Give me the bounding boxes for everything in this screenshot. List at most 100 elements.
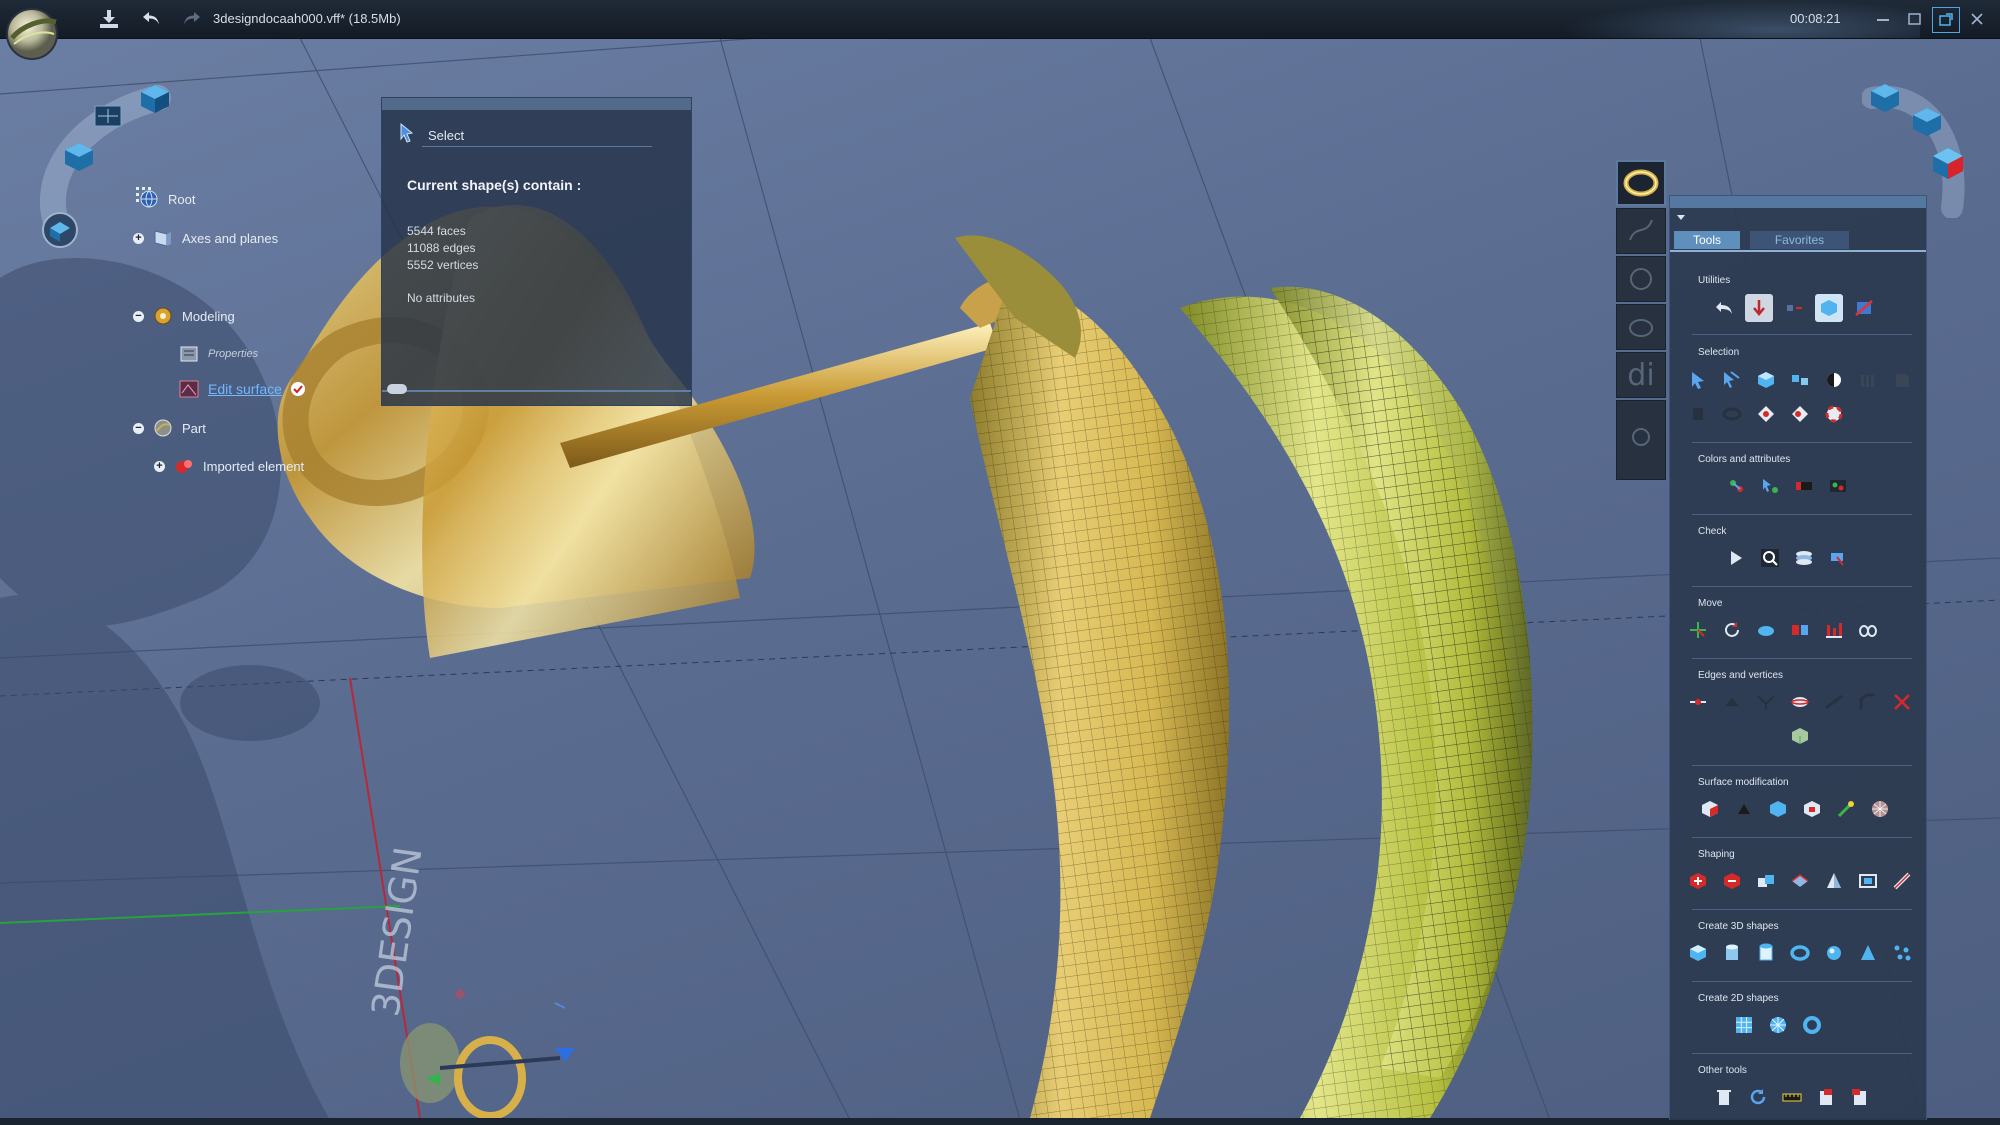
tool-select-dark-icon[interactable] [1684, 400, 1712, 428]
tool-select-pair-icon[interactable] [1786, 400, 1814, 428]
tool-select-solid-icon[interactable] [1752, 366, 1780, 394]
tool-display-icon[interactable] [1815, 294, 1843, 322]
minimize-icon[interactable] [1870, 7, 1896, 31]
banana-model[interactable] [955, 235, 1533, 1119]
tool-select-ring-icon[interactable] [1718, 400, 1746, 428]
tool-zoom-check-icon[interactable] [1756, 544, 1784, 572]
tool-undo-icon[interactable] [1710, 294, 1738, 322]
tool-trash-icon[interactable] [1710, 1083, 1738, 1111]
tool-smooth-icon[interactable] [1730, 795, 1758, 823]
view-perspective-icon[interactable] [40, 210, 80, 255]
tool-select-lifebuoy-icon[interactable] [1820, 400, 1848, 428]
tool-tube-icon[interactable] [1752, 939, 1780, 967]
tool-grid-2d-icon[interactable] [1730, 1011, 1758, 1039]
opacity-slider-track[interactable] [382, 390, 691, 392]
tool-shape-shell-icon[interactable] [1786, 867, 1814, 895]
tool-material-icon[interactable] [1790, 472, 1818, 500]
tool-select-bars-icon[interactable] [1854, 366, 1882, 394]
close-icon[interactable] [1964, 7, 1990, 31]
tool-ring-2d-icon[interactable] [1798, 1011, 1826, 1039]
tab-tools[interactable]: Tools [1674, 231, 1740, 249]
collapse-toggle[interactable]: − [133, 310, 144, 322]
tool-shape-blade-icon[interactable] [1888, 867, 1916, 895]
view-top-icon[interactable] [138, 83, 172, 120]
render-tool-button[interactable] [1616, 400, 1666, 480]
tool-select-arrow-icon[interactable] [1684, 366, 1712, 394]
di-tool-button[interactable]: di [1616, 352, 1666, 398]
tree-item-axes[interactable]: + Axes and planes [133, 227, 278, 249]
tool-loop-icon[interactable] [1786, 688, 1814, 716]
tool-shape-subtract-icon[interactable] [1718, 867, 1746, 895]
tool-deform-icon[interactable] [1832, 795, 1860, 823]
tool-mesh-sphere-icon[interactable] [1866, 795, 1894, 823]
tool-snap-icon[interactable] [1780, 294, 1808, 322]
collapse-toggle[interactable]: − [133, 422, 144, 434]
tool-scale-icon[interactable] [1752, 616, 1780, 644]
tool-measure-icon[interactable] [1824, 544, 1852, 572]
tool-delete-edge-icon[interactable] [1888, 688, 1916, 716]
tree-item-root[interactable]: Root [138, 188, 195, 210]
tool-push-pull-icon[interactable] [1798, 795, 1826, 823]
tool-torus-icon[interactable] [1786, 939, 1814, 967]
tool-ruler-icon[interactable] [1778, 1083, 1806, 1111]
tool-attributes-icon[interactable] [1824, 472, 1852, 500]
tool-edge-split-icon[interactable] [1684, 688, 1712, 716]
tool-select-shape-icon[interactable] [1888, 366, 1916, 394]
tool-select-invert-icon[interactable] [1820, 366, 1848, 394]
tool-refresh-icon[interactable] [1744, 1083, 1772, 1111]
right-cube-mid-icon[interactable] [1910, 106, 1944, 143]
tool-array-icon[interactable] [1854, 616, 1882, 644]
tool-vertex-cube-icon[interactable] [1786, 722, 1814, 750]
app-logo[interactable] [4, 4, 62, 62]
tool-select-group-icon[interactable] [1786, 366, 1814, 394]
tool-shape-add-icon[interactable] [1684, 867, 1712, 895]
undo-icon[interactable] [137, 5, 167, 33]
restore-icon[interactable] [1902, 7, 1928, 31]
tool-import-icon[interactable] [1846, 1083, 1874, 1111]
tool-scatter-icon[interactable] [1888, 939, 1916, 967]
tool-rotate-icon[interactable] [1718, 616, 1746, 644]
tree-item-modeling[interactable]: − Modeling [133, 305, 235, 327]
opacity-slider-handle[interactable] [387, 384, 407, 394]
tool-shape-pyramid-icon[interactable] [1820, 867, 1848, 895]
tool-layers-icon[interactable] [1790, 544, 1818, 572]
tool-check-cursor-icon[interactable] [1722, 544, 1750, 572]
view-left-icon[interactable] [92, 100, 124, 137]
tree-label-edit-surface[interactable]: Edit surface [208, 381, 282, 397]
redo-icon[interactable] [176, 5, 206, 33]
tool-shape-frame-icon[interactable] [1854, 867, 1882, 895]
fullscreen-icon[interactable] [1932, 7, 1960, 33]
tool-extrude-icon[interactable] [1764, 795, 1792, 823]
tool-cube-icon[interactable] [1684, 939, 1712, 967]
tool-circle-2d-icon[interactable] [1764, 1011, 1792, 1039]
tree-item-part[interactable]: − Part [133, 417, 206, 439]
tool-cone-icon[interactable] [1854, 939, 1882, 967]
right-cube-top-icon[interactable] [1868, 82, 1902, 119]
tool-bevel-icon[interactable] [1820, 688, 1848, 716]
transform-gizmo[interactable] [400, 988, 575, 1120]
tool-vertex-icon[interactable] [1718, 688, 1746, 716]
tool-hide-icon[interactable] [1850, 294, 1878, 322]
3d-viewport[interactable]: 3DESIGN Root + Axes and planes − Modelin… [0, 38, 2000, 1120]
tool-edge-fold-icon[interactable] [1752, 688, 1780, 716]
tool-select-red-icon[interactable] [1752, 400, 1780, 428]
tool-sphere-icon[interactable] [1820, 939, 1848, 967]
tool-shape-intersect-icon[interactable] [1752, 867, 1780, 895]
panel-menu-chevron-icon[interactable] [1676, 214, 1686, 222]
view-front-icon[interactable] [62, 141, 96, 178]
tool-color-pick-icon[interactable] [1756, 472, 1784, 500]
tree-item-edit-surface[interactable]: Edit surface [178, 378, 306, 400]
expand-toggle[interactable]: + [133, 232, 144, 244]
tree-item-imported[interactable]: + Imported element [154, 455, 304, 477]
save-download-icon[interactable] [94, 5, 124, 33]
right-cube-red-icon[interactable] [1930, 146, 1966, 185]
expand-toggle[interactable]: + [154, 460, 165, 472]
tool-mirror-icon[interactable] [1786, 616, 1814, 644]
tool-chamfer-icon[interactable] [1854, 688, 1882, 716]
tab-favorites[interactable]: Favorites [1750, 231, 1849, 249]
tool-cylinder-icon[interactable] [1718, 939, 1746, 967]
tool-multi-select-icon[interactable] [1718, 366, 1746, 394]
gem-tool-button[interactable] [1616, 256, 1666, 302]
ring-tool-button[interactable] [1616, 160, 1666, 206]
curve-tool-button[interactable] [1616, 208, 1666, 254]
